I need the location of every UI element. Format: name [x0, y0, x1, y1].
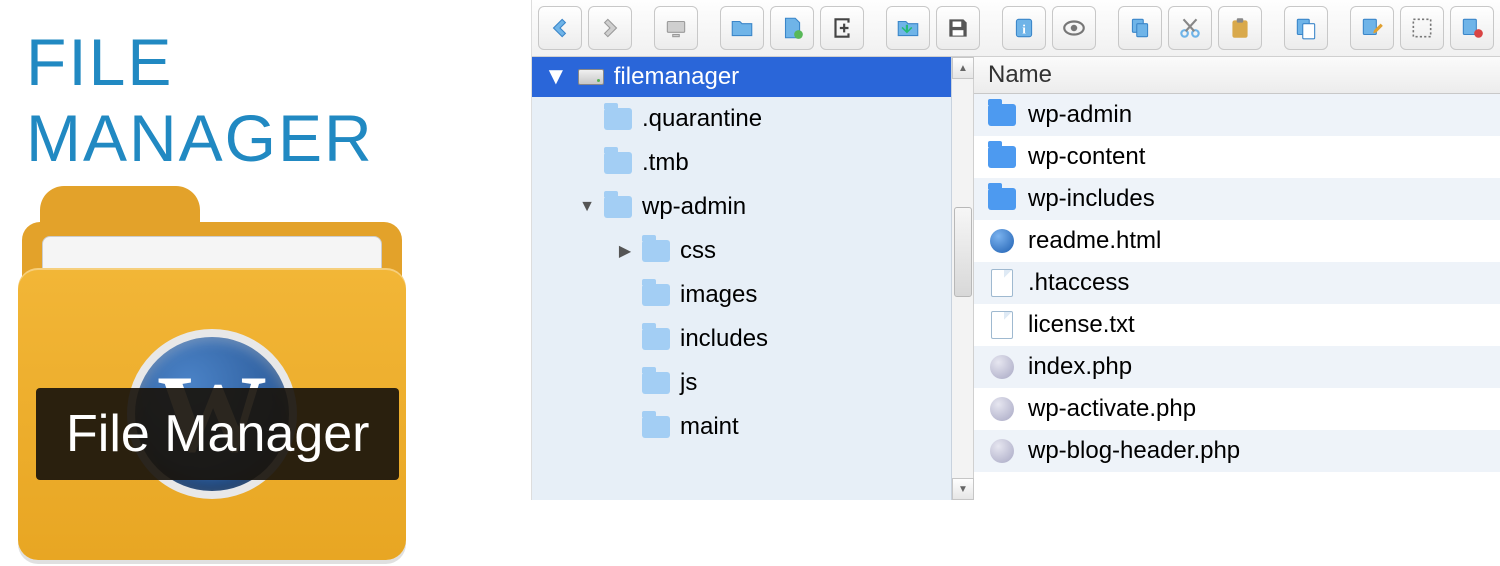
select-all-button[interactable] [1400, 6, 1444, 50]
file-row[interactable]: wp-includes [974, 178, 1500, 220]
save-button[interactable] [936, 6, 980, 50]
file-name: license.txt [1028, 311, 1135, 339]
scroll-down-button[interactable]: ▼ [952, 478, 974, 500]
tree-node-label: .quarantine [642, 105, 762, 133]
folder-icon [642, 328, 670, 350]
chevron-right-icon: ▶ [618, 241, 632, 261]
duplicate-button[interactable] [1284, 6, 1328, 50]
promo-banner: FILE MANAGER W File Manager [0, 0, 531, 500]
tree-node-label: js [680, 369, 697, 397]
tree-node[interactable]: .quarantine [532, 97, 951, 141]
php-icon [988, 395, 1016, 423]
scroll-up-button[interactable]: ▲ [952, 57, 974, 79]
forward-button[interactable] [588, 6, 632, 50]
file-icon [988, 311, 1016, 339]
tree-node-label: maint [680, 413, 739, 441]
toolbar: i [532, 0, 1500, 57]
scroll-thumb[interactable] [954, 207, 972, 297]
chevron-down-icon: ▼ [580, 198, 594, 216]
chevron-down-icon: ▼ [544, 63, 568, 91]
tree-scrollbar[interactable]: ▲ ▼ [952, 57, 974, 500]
tree-root-node[interactable]: ▼ filemanager [532, 57, 951, 97]
download-button[interactable] [886, 6, 930, 50]
tree-node-label: .tmb [642, 149, 689, 177]
file-icon [988, 269, 1016, 297]
file-listing: Name wp-admin wp-content wp-includes readme… [974, 57, 1500, 500]
folder-icon [604, 196, 632, 218]
net-mount-button[interactable] [654, 6, 698, 50]
file-name: wp-admin [1028, 101, 1132, 129]
new-file-button[interactable] [770, 6, 814, 50]
file-row[interactable]: wp-content [974, 136, 1500, 178]
folder-icon [604, 152, 632, 174]
folder-icon [642, 372, 670, 394]
tree-node-label: includes [680, 325, 768, 353]
tree-node[interactable]: includes [532, 317, 951, 361]
tree-node[interactable]: js [532, 361, 951, 405]
tree-node-label: images [680, 281, 757, 309]
directory-tree: ▼ filemanager .quarantine .tmb ▼ wp-admin ▶ c… [532, 57, 952, 500]
folder-illustration: W [22, 186, 402, 566]
file-row[interactable]: wp-admin [974, 94, 1500, 136]
file-row[interactable]: .htaccess [974, 262, 1500, 304]
file-name: .htaccess [1028, 269, 1129, 297]
globe-icon [988, 227, 1016, 255]
folder-icon [988, 143, 1016, 171]
folder-icon [988, 185, 1016, 213]
tree-node-label: wp-admin [642, 193, 746, 221]
file-name: wp-content [1028, 143, 1145, 171]
tree-node-label: css [680, 237, 716, 265]
cut-button[interactable] [1168, 6, 1212, 50]
tree-node[interactable]: ▼ wp-admin [532, 185, 951, 229]
file-name: readme.html [1028, 227, 1161, 255]
preview-button[interactable] [1052, 6, 1096, 50]
back-button[interactable] [538, 6, 582, 50]
folder-icon [642, 416, 670, 438]
folder-icon [642, 284, 670, 306]
file-name: wp-blog-header.php [1028, 437, 1240, 465]
promo-overlay-title: File Manager [36, 388, 399, 480]
tree-root-label: filemanager [614, 63, 739, 91]
rename-button[interactable] [1350, 6, 1394, 50]
tree-node[interactable]: .tmb [532, 141, 951, 185]
folder-icon [604, 108, 632, 130]
new-folder-button[interactable] [720, 6, 764, 50]
tree-node[interactable]: maint [532, 405, 951, 449]
column-header-name[interactable]: Name [974, 57, 1500, 94]
tree-node[interactable]: images [532, 273, 951, 317]
file-row[interactable]: readme.html [974, 220, 1500, 262]
copy-button[interactable] [1118, 6, 1162, 50]
drive-icon [578, 69, 604, 85]
info-button[interactable]: i [1002, 6, 1046, 50]
upload-button[interactable] [820, 6, 864, 50]
file-row[interactable]: wp-blog-header.php [974, 430, 1500, 472]
paste-button[interactable] [1218, 6, 1262, 50]
trash-button[interactable] [1450, 6, 1494, 50]
file-row[interactable]: index.php [974, 346, 1500, 388]
file-manager-app: i ▼ filemanager .quarantine .tmb ▼ wp-admin… [531, 0, 1500, 500]
file-name: wp-activate.php [1028, 395, 1196, 423]
file-name: index.php [1028, 353, 1132, 381]
php-icon [988, 353, 1016, 381]
folder-icon [988, 101, 1016, 129]
tree-node[interactable]: ▶ css [532, 229, 951, 273]
file-row[interactable]: wp-activate.php [974, 388, 1500, 430]
php-icon [988, 437, 1016, 465]
file-row[interactable]: license.txt [974, 304, 1500, 346]
folder-icon [642, 240, 670, 262]
promo-headline: FILE MANAGER [0, 0, 531, 176]
svg-text:i: i [1022, 21, 1026, 36]
file-name: wp-includes [1028, 185, 1155, 213]
